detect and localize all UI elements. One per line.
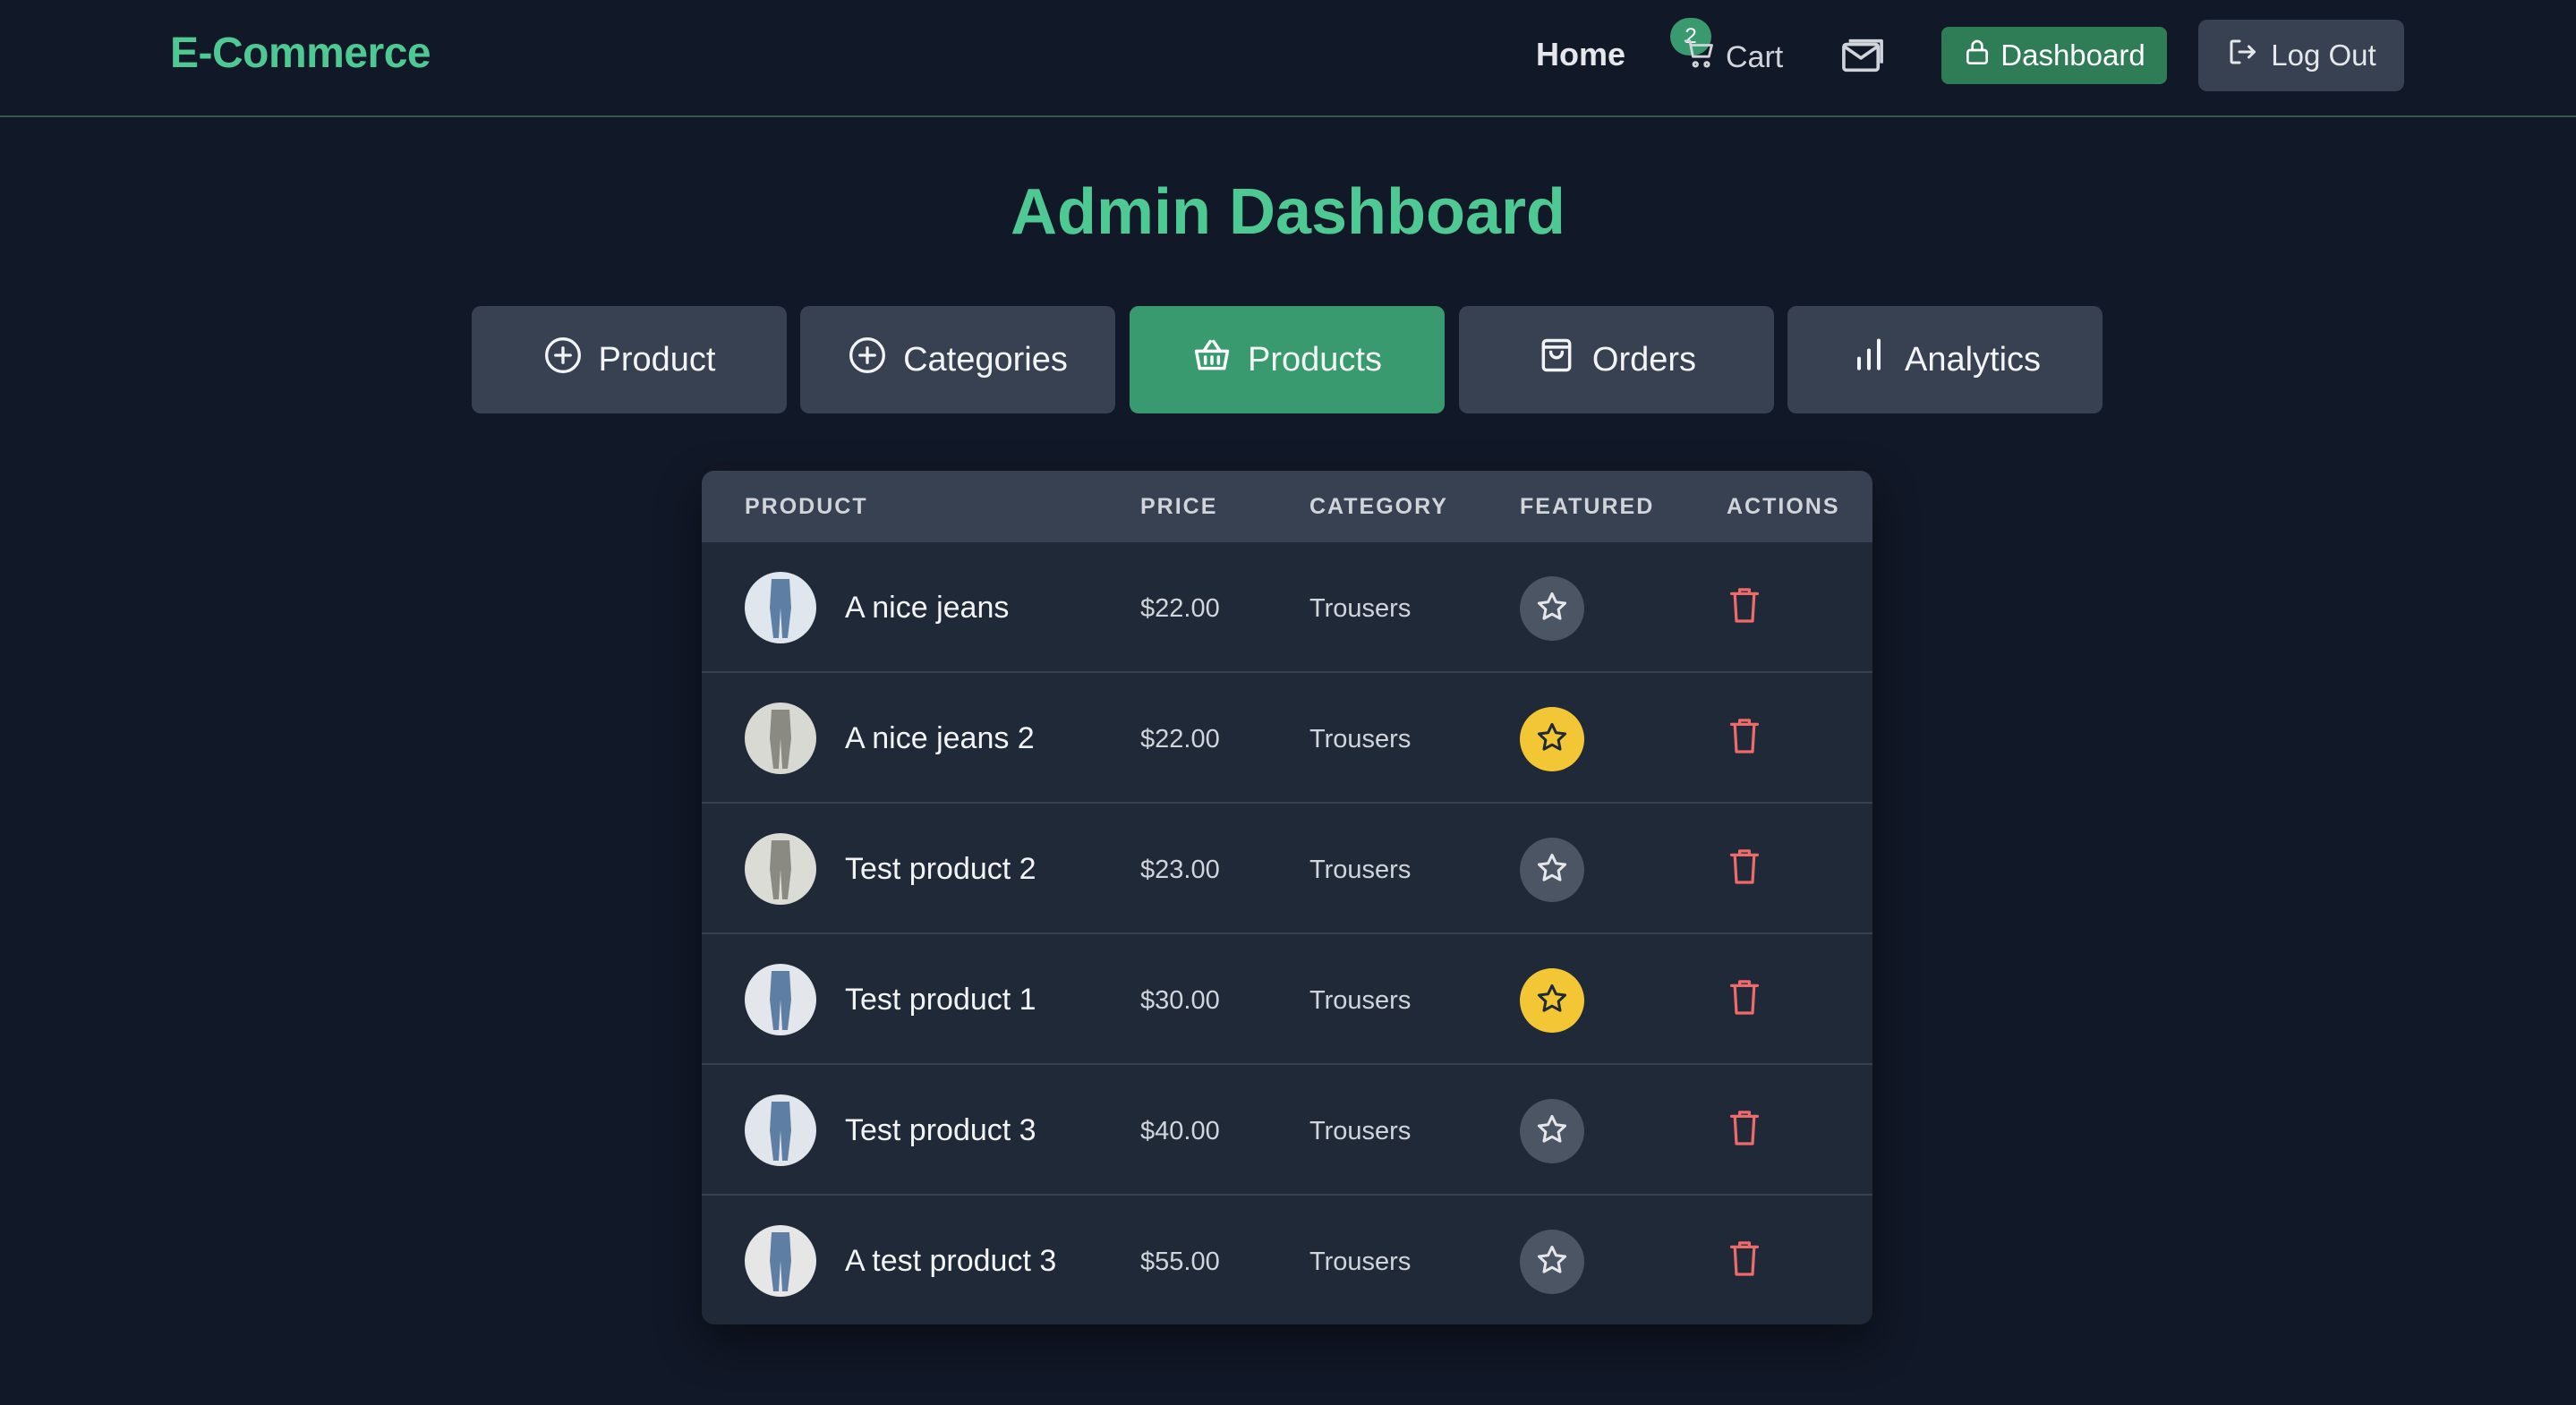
tab-label: Products (1248, 340, 1382, 379)
tab-products[interactable]: Products (1130, 306, 1445, 413)
delete-trash-icon[interactable] (1728, 847, 1761, 886)
star-icon (1535, 851, 1569, 890)
table-row: Test product 3 $40.00 Trousers (702, 1065, 1872, 1196)
product-name: A test product 3 (845, 1244, 1057, 1278)
dashboard-label: Dashboard (2000, 38, 2145, 72)
product-category: Trousers (1309, 856, 1412, 884)
tab-label: Product (598, 340, 716, 379)
page-title: Admin Dashboard (1010, 176, 1566, 248)
brand-logo[interactable]: E-Commerce (170, 29, 431, 78)
delete-trash-icon[interactable] (1728, 1239, 1761, 1278)
plus-circle-icon (543, 336, 583, 384)
star-icon (1535, 1112, 1569, 1151)
table-row: Test product 2 $23.00 Trousers (702, 804, 1872, 934)
cart-icon (1683, 37, 1717, 79)
product-name: Test product 2 (845, 852, 1036, 886)
bar-chart-icon (1849, 336, 1889, 384)
table-row: Test product 1 $30.00 Trousers (702, 934, 1872, 1065)
featured-toggle-button[interactable] (1520, 838, 1584, 902)
product-thumbnail (745, 1225, 816, 1297)
featured-toggle-button[interactable] (1520, 1230, 1584, 1294)
column-header-actions: ACTIONS (1727, 494, 1840, 519)
product-thumbnail (745, 964, 816, 1035)
product-thumbnail (745, 702, 816, 774)
table-row: A test product 3 $55.00 Trousers (702, 1196, 1872, 1324)
table-header: PRODUCT PRICE CATEGORY FEATURED ACTIONS (702, 471, 1872, 542)
product-price: $23.00 (1140, 856, 1220, 884)
table-row: A nice jeans $22.00 Trousers (702, 542, 1872, 673)
featured-toggle-button[interactable] (1520, 707, 1584, 771)
delete-trash-icon[interactable] (1728, 585, 1761, 625)
products-table: PRODUCT PRICE CATEGORY FEATURED ACTIONS … (702, 471, 1872, 1324)
product-category: Trousers (1309, 986, 1412, 1015)
mail-icon[interactable] (1840, 36, 1885, 77)
product-price: $22.00 (1140, 725, 1220, 754)
product-category: Trousers (1309, 1247, 1412, 1276)
tab-product[interactable]: Product (472, 306, 787, 413)
shopping-bag-icon (1537, 336, 1576, 384)
delete-trash-icon[interactable] (1728, 716, 1761, 755)
logout-button[interactable]: Log Out (2198, 20, 2404, 91)
star-icon (1535, 982, 1569, 1020)
product-category: Trousers (1309, 594, 1412, 623)
star-icon (1535, 590, 1569, 628)
tab-orders[interactable]: Orders (1459, 306, 1774, 413)
tab-label: Orders (1591, 340, 1697, 379)
basket-icon (1192, 336, 1232, 384)
tab-label: Analytics (1904, 340, 2042, 379)
column-header-featured: FEATURED (1520, 494, 1655, 519)
cart-label: Cart (1726, 39, 1784, 74)
tab-analytics[interactable]: Analytics (1787, 306, 2103, 413)
table-row: A nice jeans 2 $22.00 Trousers (702, 673, 1872, 804)
column-header-category: CATEGORY (1309, 494, 1448, 519)
plus-circle-icon (848, 336, 887, 384)
product-thumbnail (745, 572, 816, 643)
product-name: A nice jeans 2 (845, 721, 1035, 755)
star-icon (1535, 1243, 1569, 1282)
tab-label: Categories (903, 340, 1068, 379)
tab-categories[interactable]: Categories (800, 306, 1115, 413)
dashboard-button[interactable]: Dashboard (1941, 27, 2167, 84)
column-header-product: PRODUCT (745, 494, 868, 519)
column-header-price: PRICE (1140, 494, 1218, 519)
product-category: Trousers (1309, 725, 1412, 754)
featured-toggle-button[interactable] (1520, 1099, 1584, 1163)
product-price: $22.00 (1140, 594, 1220, 623)
product-price: $55.00 (1140, 1247, 1220, 1276)
logout-icon (2226, 36, 2258, 75)
product-name: A nice jeans (845, 591, 1010, 625)
product-price: $30.00 (1140, 986, 1220, 1015)
product-name: Test product 3 (845, 1113, 1036, 1147)
top-navbar: E-Commerce Home 2 Cart Dashboard Log Out (0, 0, 2576, 117)
product-price: $40.00 (1140, 1117, 1220, 1145)
delete-trash-icon[interactable] (1728, 1108, 1761, 1147)
product-thumbnail (745, 1094, 816, 1166)
lock-icon (1963, 37, 1992, 74)
featured-toggle-button[interactable] (1520, 576, 1584, 641)
featured-toggle-button[interactable] (1520, 968, 1584, 1033)
logout-label: Log Out (2271, 38, 2376, 72)
product-name: Test product 1 (845, 983, 1036, 1017)
delete-trash-icon[interactable] (1728, 977, 1761, 1017)
star-icon (1535, 720, 1569, 759)
nav-cart-link[interactable]: Cart (1683, 32, 1783, 82)
product-thumbnail (745, 833, 816, 905)
nav-home-link[interactable]: Home (1536, 36, 1625, 73)
product-category: Trousers (1309, 1117, 1412, 1145)
